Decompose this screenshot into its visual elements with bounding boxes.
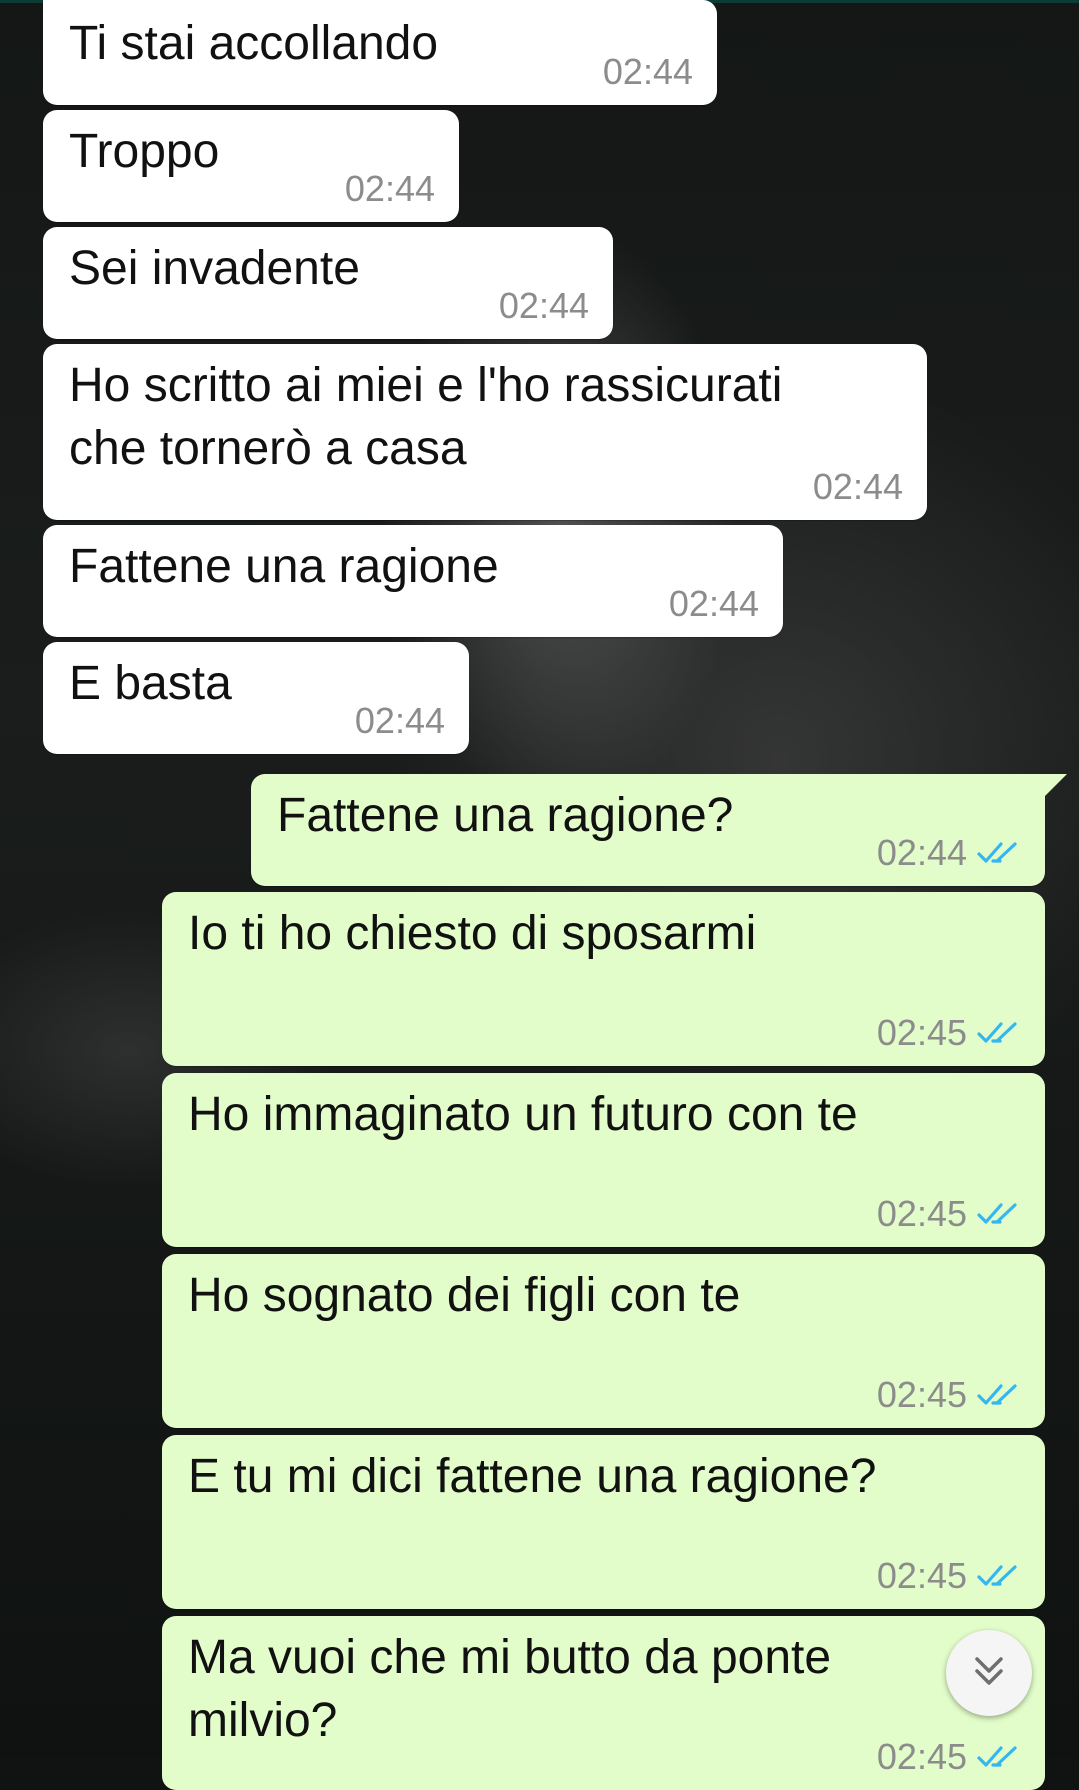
message-text: E tu mi dici fattene una ragione? <box>188 1450 877 1503</box>
message-time: 02:44 <box>498 285 589 326</box>
message-meta: 02:44 <box>877 832 1021 874</box>
message-time: 02:45 <box>876 1012 967 1053</box>
message-meta: 02:44 <box>669 583 759 625</box>
message-time: 02:45 <box>876 1193 967 1234</box>
scroll-to-bottom-button[interactable] <box>946 1630 1032 1716</box>
message-meta: 02:44 <box>499 285 589 327</box>
message-time: 02:44 <box>668 583 759 624</box>
message-bubble-incoming[interactable]: Ti stai accollando 02:44 <box>43 0 717 105</box>
message-time: 02:44 <box>354 700 445 741</box>
message-meta: 02:45 <box>877 1736 1021 1778</box>
double-check-icon <box>977 1744 1021 1770</box>
message-bubble-incoming[interactable]: Troppo 02:44 <box>43 110 459 222</box>
double-check-icon <box>977 1020 1021 1046</box>
message-time: 02:45 <box>876 1736 967 1777</box>
message-meta: 02:45 <box>877 1012 1021 1054</box>
message-bubble-incoming[interactable]: Fattene una ragione 02:44 <box>43 525 783 637</box>
message-meta: 02:45 <box>877 1555 1021 1597</box>
message-bubble-incoming[interactable]: Sei invadente 02:44 <box>43 227 613 339</box>
message-text: Fattene una ragione? <box>277 789 734 842</box>
message-meta: 02:45 <box>877 1193 1021 1235</box>
message-time: 02:44 <box>602 51 693 92</box>
double-check-icon <box>977 840 1021 866</box>
double-check-icon <box>977 1382 1021 1408</box>
message-time: 02:44 <box>812 466 903 507</box>
message-bubble-outgoing[interactable]: Ho immaginato un futuro con te 02:45 <box>162 1073 1045 1247</box>
message-meta: 02:44 <box>355 700 445 742</box>
message-bubble-incoming[interactable]: Ho scritto ai miei e l'ho rassicurati ch… <box>43 344 927 520</box>
message-bubble-incoming[interactable]: E basta 02:44 <box>43 642 469 754</box>
message-text: Ho immaginato un futuro con te <box>188 1088 858 1141</box>
message-time: 02:44 <box>876 832 967 873</box>
message-text: Ho scritto ai miei e l'ho rassicurati ch… <box>69 359 783 475</box>
message-meta: 02:44 <box>345 168 435 210</box>
message-text: Io ti ho chiesto di sposarmi <box>188 907 757 960</box>
double-check-icon <box>977 1201 1021 1227</box>
message-bubble-outgoing[interactable]: Fattene una ragione? 02:44 <box>251 774 1067 886</box>
message-text: Troppo <box>69 125 220 178</box>
message-bubble-outgoing[interactable]: E tu mi dici fattene una ragione? 02:45 <box>162 1435 1045 1609</box>
double-chevron-down-icon <box>969 1651 1009 1696</box>
message-text: Ma vuoi che mi butto da ponte milvio? <box>188 1631 832 1747</box>
message-text: E basta <box>69 657 232 710</box>
message-bubble-outgoing[interactable]: Ma vuoi che mi butto da ponte milvio? 02… <box>162 1616 1045 1790</box>
message-meta: 02:44 <box>813 466 903 508</box>
message-text: Fattene una ragione <box>69 540 499 593</box>
message-text: Ho sognato dei figli con te <box>188 1269 741 1322</box>
message-time: 02:45 <box>876 1374 967 1415</box>
message-meta: 02:45 <box>877 1374 1021 1416</box>
message-time: 02:44 <box>344 168 435 209</box>
message-time: 02:45 <box>876 1555 967 1596</box>
bubble-tail <box>1045 774 1067 796</box>
message-text: Sei invadente <box>69 242 360 295</box>
message-text: Ti stai accollando <box>69 17 439 70</box>
message-bubble-outgoing[interactable]: Ho sognato dei figli con te 02:45 <box>162 1254 1045 1428</box>
message-bubble-outgoing[interactable]: Io ti ho chiesto di sposarmi 02:45 <box>162 892 1045 1066</box>
double-check-icon <box>977 1563 1021 1589</box>
message-meta: 02:44 <box>603 51 693 93</box>
